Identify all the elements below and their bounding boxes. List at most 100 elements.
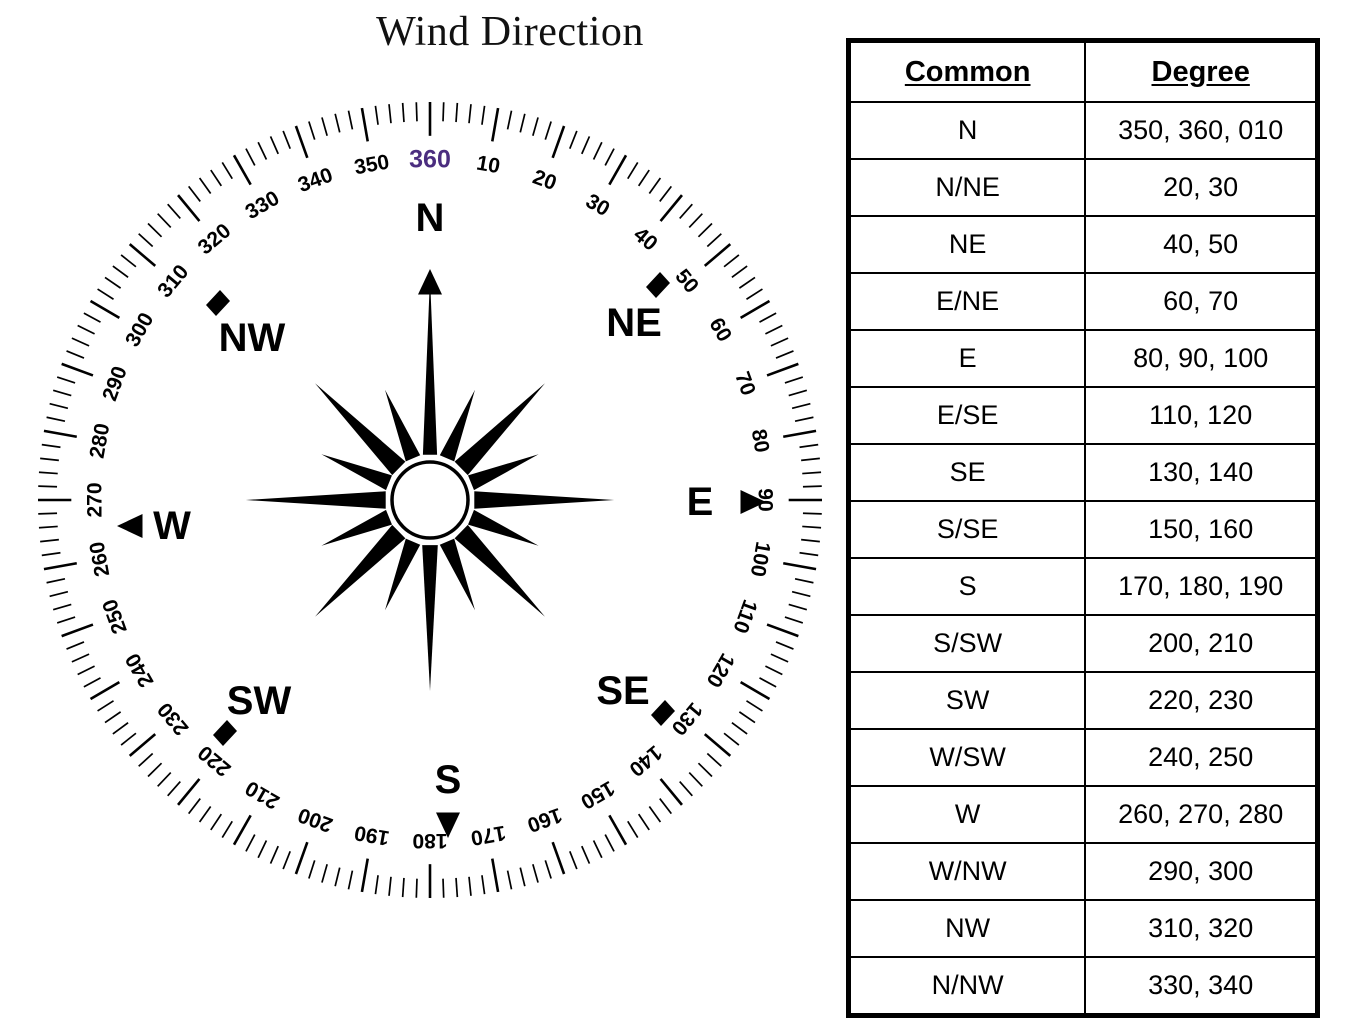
cell-degree: 170, 180, 190 <box>1084 557 1319 616</box>
degree-tick-label: 270 <box>83 482 106 517</box>
cardinal-marker-triangle-left-w <box>117 514 143 538</box>
degree-tick-label: 140 <box>625 741 667 781</box>
cell-degree: 260, 270, 280 <box>1084 785 1319 844</box>
table-row: W/SW 240, 250 <box>847 728 1319 787</box>
degree-tick-label: 250 <box>98 596 132 637</box>
table-body: N 350, 360, 010 N/NE 20, 30 NE 40, 50 E/NE 60, … <box>847 101 1319 1017</box>
compass-rose-star <box>245 277 615 691</box>
degree-tick-label: 240 <box>121 649 158 691</box>
cell-degree: 310, 320 <box>1084 899 1319 958</box>
cell-degree: 200, 210 <box>1084 614 1319 673</box>
degree-tick-label: 80 <box>747 427 774 454</box>
cardinal-marker-diamond-sw <box>213 720 237 746</box>
cell-common: S/SW <box>847 614 1087 673</box>
degree-tick-label: 200 <box>295 803 336 837</box>
column-header-degree: Degree <box>1084 39 1319 103</box>
cell-degree: 110, 120 <box>1084 386 1319 445</box>
cardinal-label-ne: NE <box>606 301 662 345</box>
cell-degree: 220, 230 <box>1084 671 1319 730</box>
table-row: SE 130, 140 <box>847 443 1319 502</box>
table-row: E 80, 90, 100 <box>847 329 1319 388</box>
cell-degree: 60, 70 <box>1084 272 1319 331</box>
cell-common: E/SE <box>847 386 1087 445</box>
degree-tick-label: 100 <box>746 540 775 579</box>
degree-tick-label: 300 <box>121 309 158 351</box>
cell-degree: 150, 160 <box>1084 500 1319 559</box>
cell-degree: 330, 340 <box>1084 956 1319 1017</box>
degree-tick-label: 120 <box>702 649 739 691</box>
degree-tick-label: 170 <box>469 821 508 850</box>
degree-tick-label: 60 <box>704 314 736 346</box>
page-title: Wind Direction <box>376 9 644 55</box>
cardinal-marker-triangle-up-n <box>418 269 442 295</box>
table-row: S 170, 180, 190 <box>847 557 1319 616</box>
cardinal-label-nw: NW <box>219 316 286 360</box>
cell-common: N/NW <box>847 956 1087 1017</box>
table-row: N/NE 20, 30 <box>847 158 1319 217</box>
cell-common: NW <box>847 899 1087 958</box>
table-row: S/SE 150, 160 <box>847 500 1319 559</box>
cardinal-marker-diamond-nw <box>206 290 230 316</box>
column-header-degree-label: Degree <box>1151 55 1250 88</box>
table-row: N 350, 360, 010 <box>847 101 1319 160</box>
degree-tick-label: 230 <box>153 698 193 740</box>
cell-common: SW <box>847 671 1087 730</box>
cell-degree: 80, 90, 100 <box>1084 329 1319 388</box>
table-row: N/NW 330, 340 <box>847 956 1319 1017</box>
degree-tick-label: 70 <box>730 369 760 399</box>
cell-degree: 350, 360, 010 <box>1084 101 1319 160</box>
degree-tick-label: 260 <box>86 540 115 579</box>
degree-tick-label: 190 <box>353 821 392 850</box>
table-row: SW 220, 230 <box>847 671 1319 730</box>
cell-common: NE <box>847 215 1087 274</box>
degree-tick-label: 330 <box>241 187 283 224</box>
cell-common: N/NE <box>847 158 1087 217</box>
degree-tick-label: 340 <box>295 163 336 197</box>
table-row: E/SE 110, 120 <box>847 386 1319 445</box>
cell-common: W/SW <box>847 728 1087 787</box>
degree-tick-label: 310 <box>153 260 193 302</box>
cell-common: S/SE <box>847 500 1087 559</box>
cell-degree: 130, 140 <box>1084 443 1319 502</box>
compass-rose-figure: 360 10 20 30 40 50 60 70 80 90 100 110 120 130 140 150 1… <box>20 88 840 918</box>
cardinal-label-s: S <box>435 758 462 802</box>
cell-degree: 290, 300 <box>1084 842 1319 901</box>
degree-tick-label: 210 <box>241 776 283 813</box>
degree-tick-label: 50 <box>670 265 703 298</box>
degree-tick-label: 290 <box>98 363 132 404</box>
cell-common: E <box>847 329 1087 388</box>
degree-tick-label: 130 <box>667 698 707 740</box>
degree-reference-table: Common Degree N 350, 360, 010 N/NE 20, 30 NE… <box>846 38 1320 1018</box>
cardinal-label-sw: SW <box>227 679 292 723</box>
table-row: W/NW 290, 300 <box>847 842 1319 901</box>
degree-reference-table-container: Common Degree N 350, 360, 010 N/NE 20, 30 NE… <box>846 38 1320 1018</box>
cell-common: E/NE <box>847 272 1087 331</box>
cell-common: SE <box>847 443 1087 502</box>
degree-tick-label: 360 <box>409 146 451 174</box>
degree-tick-label: 350 <box>353 151 392 180</box>
degree-tick-label: 180 <box>412 829 447 852</box>
cell-degree: 20, 30 <box>1084 158 1319 217</box>
table-row: NE 40, 50 <box>847 215 1319 274</box>
degree-tick-label: 110 <box>728 597 761 637</box>
table-row: S/SW 200, 210 <box>847 614 1319 673</box>
table-header-row: Common Degree <box>847 39 1319 103</box>
cardinal-label-se: SE <box>596 669 649 713</box>
degree-tick-label: 20 <box>530 165 560 195</box>
cell-common: N <box>847 101 1087 160</box>
compass-dial-svg: 360 1020304050607080901001101201301401501… <box>38 102 822 898</box>
cell-common: S <box>847 557 1087 616</box>
degree-tick-label: 160 <box>524 803 565 837</box>
degree-tick-label: 10 <box>475 152 502 179</box>
column-header-common-label: Common <box>904 55 1031 88</box>
column-header-common: Common <box>847 39 1087 103</box>
degree-tick-label: 30 <box>582 190 614 222</box>
table-row: W 260, 270, 280 <box>847 785 1319 844</box>
cardinal-label-e: E <box>687 480 714 524</box>
cell-common: W/NW <box>847 842 1087 901</box>
degree-tick-label: 320 <box>194 219 236 259</box>
degree-tick-label: 150 <box>577 776 619 813</box>
degree-tick-label: 280 <box>86 422 115 461</box>
cardinal-label-n: N <box>416 196 445 240</box>
degree-tick-label: 220 <box>194 741 236 781</box>
